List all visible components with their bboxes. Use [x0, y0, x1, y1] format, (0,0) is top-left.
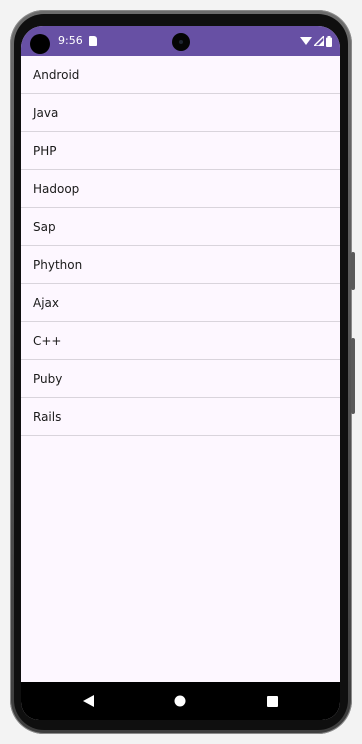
status-icons	[300, 34, 332, 48]
list-item-label: Android	[33, 67, 80, 82]
power-button	[351, 252, 355, 290]
wifi-icon	[300, 37, 312, 45]
list-item-label: Rails	[33, 409, 62, 424]
navigation-bar	[21, 682, 340, 720]
list-item-label: C++	[33, 333, 62, 348]
battery-icon	[326, 35, 332, 47]
list-item[interactable]: Java	[21, 94, 340, 132]
front-camera	[172, 33, 190, 51]
back-icon	[82, 695, 94, 707]
volume-button	[351, 338, 355, 414]
list-item[interactable]: PHP	[21, 132, 340, 170]
status-time: 9:56	[58, 34, 83, 47]
home-icon	[174, 695, 186, 707]
home-button[interactable]	[172, 693, 188, 709]
list-item[interactable]: Hadoop	[21, 170, 340, 208]
list-item-label: Hadoop	[33, 181, 80, 196]
back-button[interactable]	[80, 693, 96, 709]
list-item-label: PHP	[33, 143, 57, 158]
sim-card-icon	[89, 36, 97, 46]
language-list: Android Java PHP Hadoop Sap Phython Ajax…	[21, 56, 340, 436]
list-item[interactable]: Sap	[21, 208, 340, 246]
recents-icon	[266, 695, 278, 707]
list-item[interactable]: Rails	[21, 398, 340, 436]
list-item[interactable]: Puby	[21, 360, 340, 398]
list-item-label: Phython	[33, 257, 83, 272]
list-item-label: Sap	[33, 219, 56, 234]
list-item[interactable]: Ajax	[21, 284, 340, 322]
signal-icon	[314, 36, 324, 46]
recents-button[interactable]	[264, 693, 280, 709]
list-item[interactable]: Android	[21, 56, 340, 94]
status-bar: 9:56	[21, 26, 340, 56]
list-item-label: Puby	[33, 371, 63, 386]
app-screen: 9:56 Android Java PHP Hadoop Sap Phython…	[21, 26, 340, 720]
list-item-label: Ajax	[33, 295, 59, 310]
list-item-label: Java	[33, 105, 59, 120]
list-item[interactable]: C++	[21, 322, 340, 360]
list-item[interactable]: Phython	[21, 246, 340, 284]
notification-dot-icon	[30, 34, 50, 54]
